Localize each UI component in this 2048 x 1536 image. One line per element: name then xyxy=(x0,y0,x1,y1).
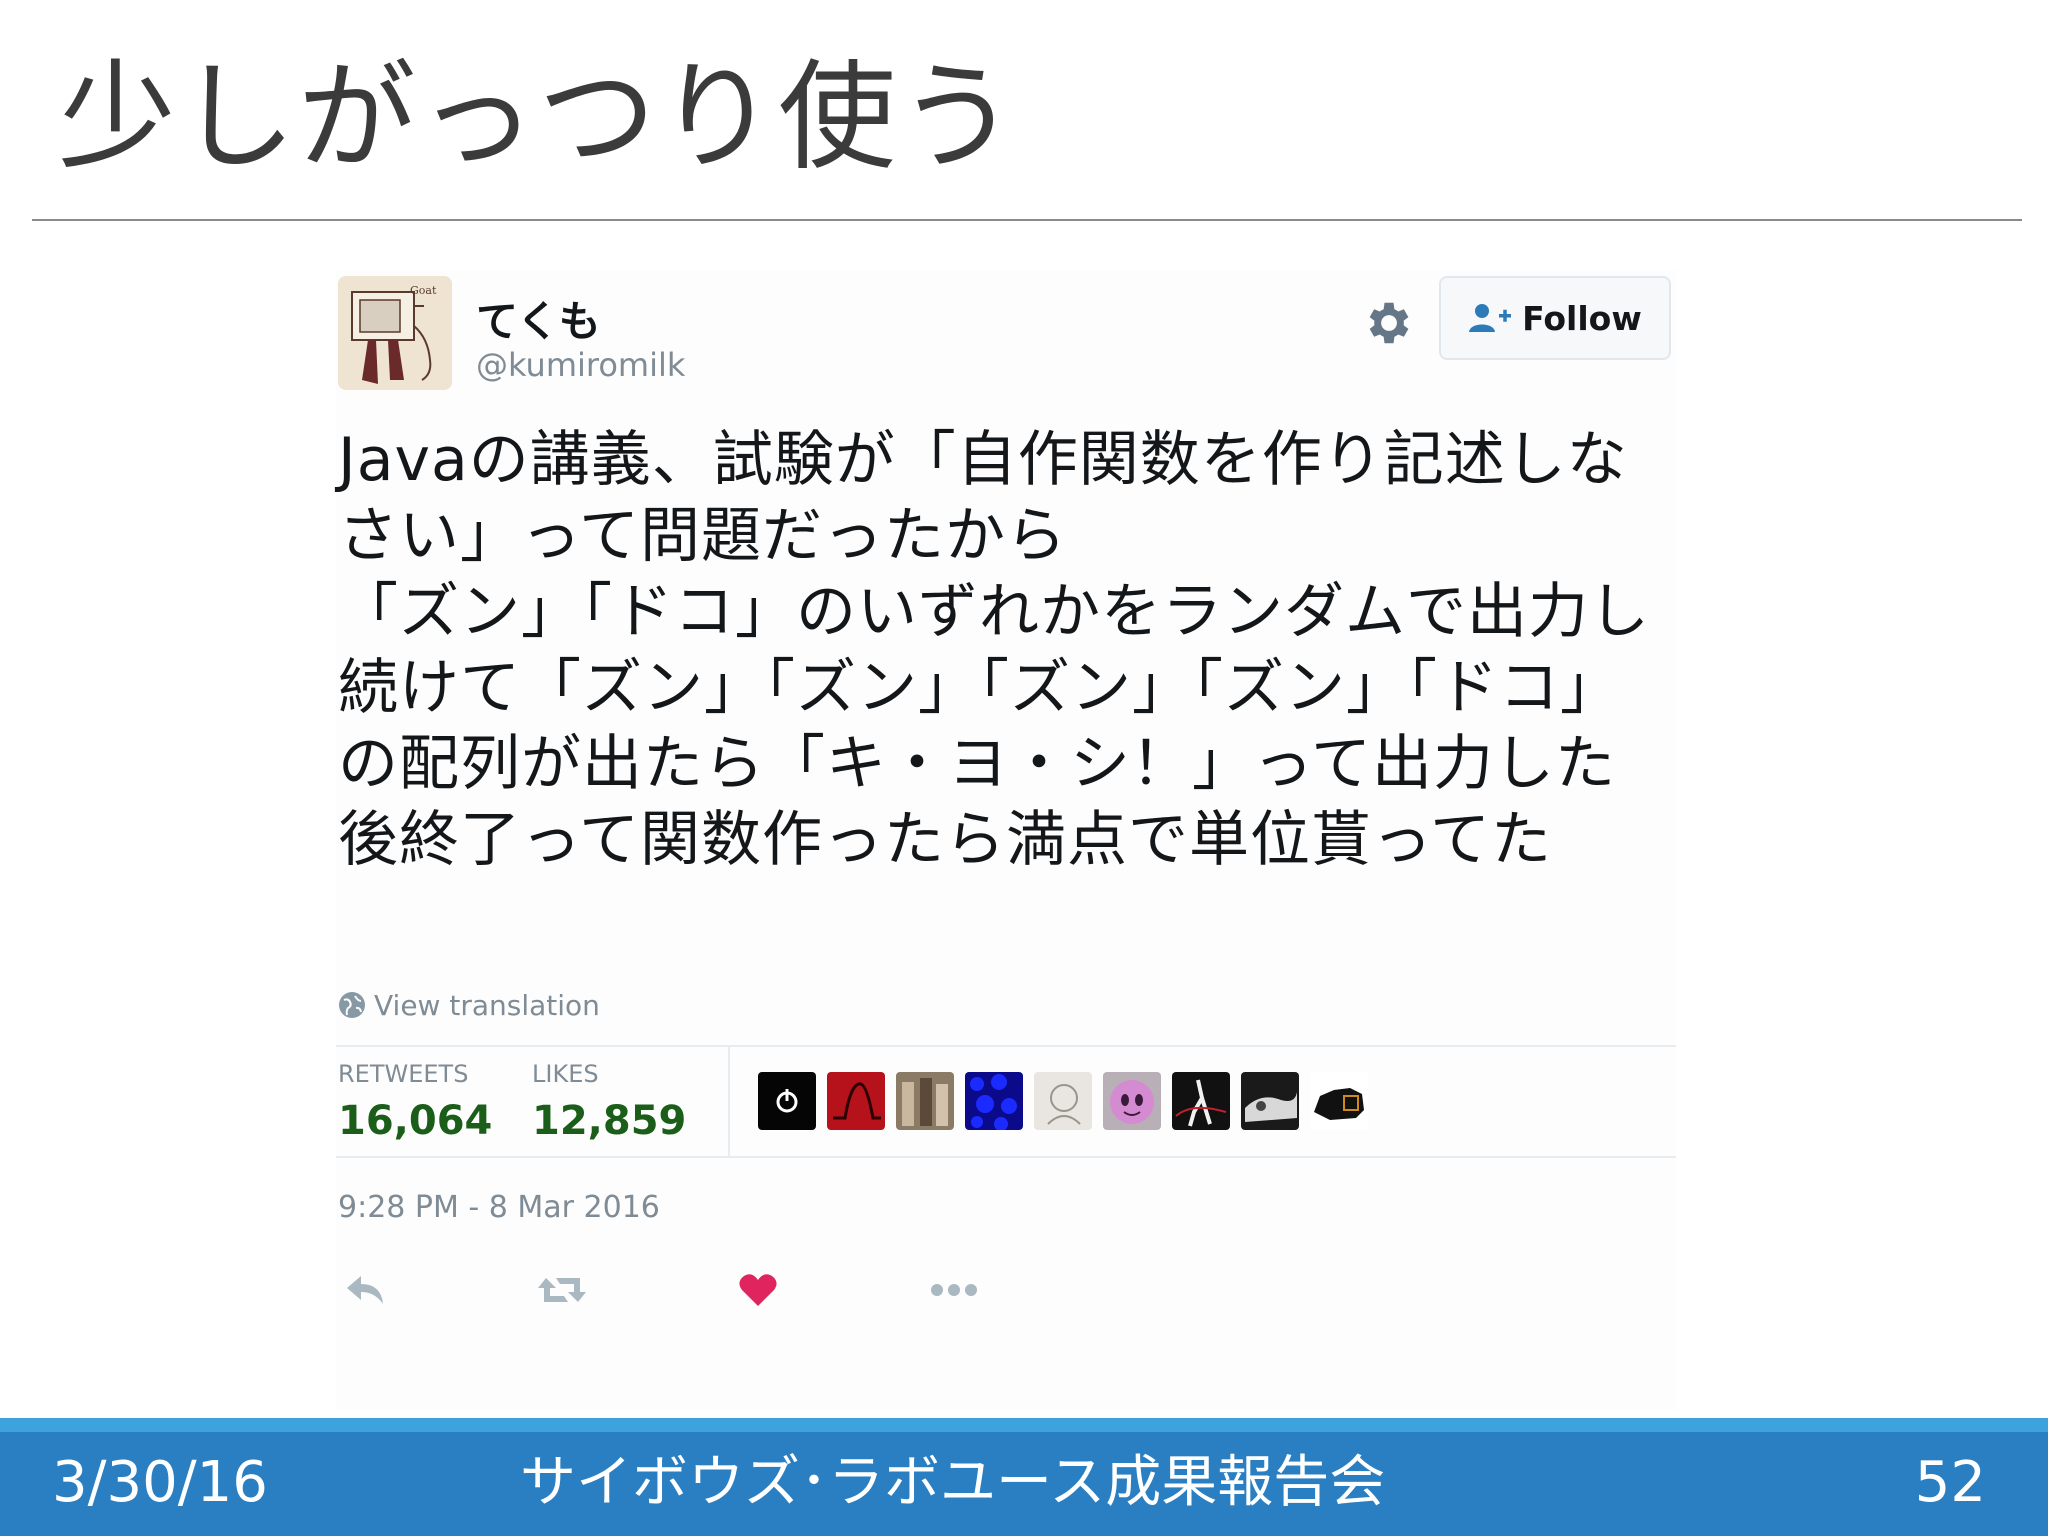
liker-avatar[interactable] xyxy=(1034,1072,1092,1130)
stats-divider-vertical xyxy=(728,1047,730,1156)
heart-icon[interactable] xyxy=(728,1260,788,1320)
view-translation-label: View translation xyxy=(374,988,600,1022)
liker-avatar[interactable] xyxy=(896,1072,954,1130)
user-avatar[interactable]: Goat xyxy=(338,276,452,390)
view-translation-link[interactable]: View translation xyxy=(338,986,600,1024)
liker-avatar[interactable] xyxy=(827,1072,885,1130)
likes-stat[interactable]: LIKES 12,859 xyxy=(532,1060,686,1144)
tweet-text: Javaの講義、試験が「自作関数を作り記述しなさい」って問題だったから 「ズン」… xyxy=(338,425,1650,875)
liker-avatars xyxy=(758,1072,1368,1130)
title-divider xyxy=(32,219,2022,221)
footer-event-title: サイボウズ･ラボユース成果報告会 xyxy=(520,1450,1386,1515)
liker-avatar[interactable] xyxy=(1310,1072,1368,1130)
tweet-timestamp[interactable]: 9:28 PM - 8 Mar 2016 xyxy=(338,1190,660,1225)
retweets-label: RETWEETS xyxy=(338,1060,469,1088)
liker-avatar[interactable] xyxy=(965,1072,1023,1130)
user-display-name[interactable]: てくも xyxy=(476,288,601,349)
liker-avatar[interactable] xyxy=(758,1072,816,1130)
retweets-count: 16,064 xyxy=(338,1098,493,1144)
likes-count: 12,859 xyxy=(532,1098,687,1144)
slide-title: 少しがっつり使う xyxy=(58,48,1019,186)
slide-number: 52 xyxy=(1914,1450,1986,1515)
svg-text:Goat: Goat xyxy=(410,284,437,297)
embedded-tweet: Goat てくも @kumiromilk Follow Javaの講義、試験が「… xyxy=(336,270,1676,1410)
tweet-actions xyxy=(336,1260,1036,1320)
liker-avatar[interactable] xyxy=(1241,1072,1299,1130)
follow-button[interactable]: Follow xyxy=(1439,276,1671,360)
stats-divider-top xyxy=(336,1045,1676,1047)
liker-avatar[interactable] xyxy=(1172,1072,1230,1130)
add-user-icon xyxy=(1469,304,1512,332)
more-icon[interactable] xyxy=(924,1260,984,1320)
follow-label: Follow xyxy=(1522,298,1642,338)
footer-date: 3/30/16 xyxy=(52,1450,268,1515)
likes-label: LIKES xyxy=(532,1060,599,1088)
gear-icon[interactable] xyxy=(1360,296,1414,350)
user-handle[interactable]: @kumiromilk xyxy=(476,346,685,384)
reply-icon[interactable] xyxy=(336,1260,396,1320)
stats-divider-bottom xyxy=(336,1156,1676,1158)
globe-icon xyxy=(339,992,365,1018)
retweets-stat[interactable]: RETWEETS 16,064 xyxy=(338,1060,492,1144)
liker-avatar[interactable] xyxy=(1103,1072,1161,1130)
retweet-icon[interactable] xyxy=(532,1260,592,1320)
avatar-drawing: Goat xyxy=(338,276,452,390)
